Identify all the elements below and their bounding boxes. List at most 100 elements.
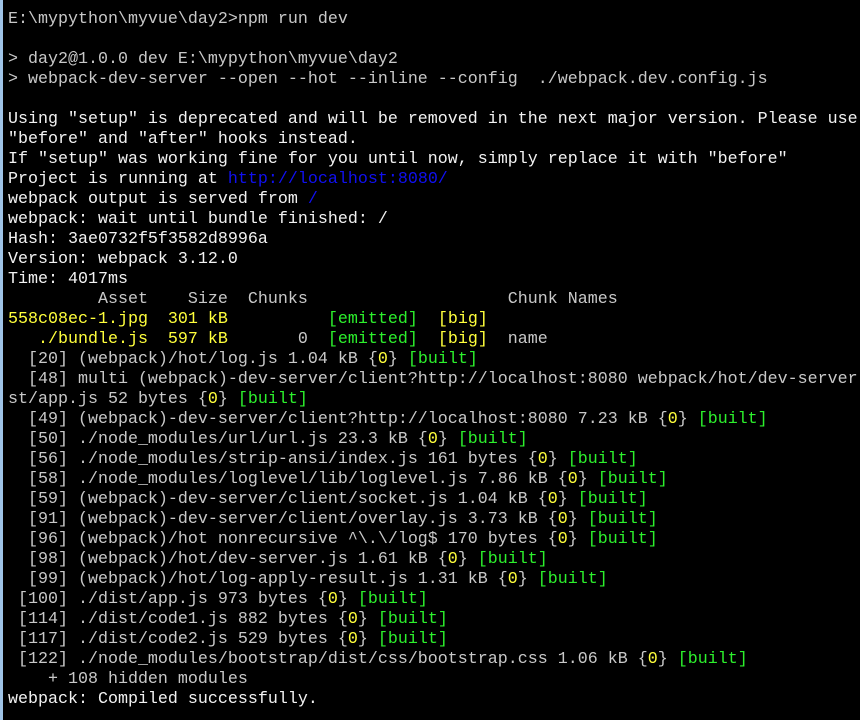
terminal-text: 0 — [347, 610, 358, 629]
terminal-line: [122] ./node_modules/bootstrap/dist/css/… — [8, 650, 860, 670]
terminal-text: > day2@1.0.0 dev E:\mypython\myvue\day2 — [8, 50, 398, 69]
terminal-text: 0 — [447, 550, 458, 569]
terminal-line: [20] (webpack)/hot/log.js 1.04 kB {0} [b… — [8, 350, 860, 370]
terminal-text: } — [337, 590, 358, 609]
terminal-text: Hash: 3ae0732f5f3582d8996a — [8, 230, 268, 249]
terminal-text: 0 — [557, 530, 568, 549]
terminal-line: [114] ./dist/code1.js 882 bytes {0} [bui… — [8, 610, 860, 630]
terminal-text: Asset Size Chunks Chunk Names — [8, 290, 618, 309]
terminal-line: "before" and "after" hooks instead. — [8, 130, 860, 150]
terminal-text: [built] — [567, 450, 638, 469]
terminal-text: [built] — [577, 490, 648, 509]
terminal-text: 0 — [227, 330, 328, 349]
terminal-line: ./bundle.js 597 kB 0 [emitted] [big] nam… — [8, 330, 860, 350]
terminal-text: [99] (webpack)/hot/log-apply-result.js 1… — [8, 570, 508, 589]
terminal-text: [59] (webpack)-dev-server/client/socket.… — [8, 490, 548, 509]
terminal-text: [emitted] — [327, 310, 418, 329]
terminal-line: webpack output is served from / — [8, 190, 860, 210]
terminal-text: } — [387, 350, 408, 369]
terminal-line: [59] (webpack)-dev-server/client/socket.… — [8, 490, 860, 510]
terminal-text: [114] ./dist/code1.js 882 bytes { — [8, 610, 348, 629]
terminal-line: E:\mypython\myvue\day2>npm run dev — [8, 10, 860, 30]
terminal-text: [49] (webpack)-dev-server/client?http://… — [8, 410, 668, 429]
terminal-text: } — [437, 430, 458, 449]
terminal-text: } — [577, 470, 598, 489]
terminal-line: [91] (webpack)-dev-server/client/overlay… — [8, 510, 860, 530]
terminal-text: [122] ./node_modules/bootstrap/dist/css/… — [8, 650, 648, 669]
terminal-text: [built] — [587, 510, 658, 529]
terminal-text: Project is running at — [8, 170, 228, 189]
terminal-text: webpack output is served from — [8, 190, 308, 209]
terminal-line: > webpack-dev-server --open --hot --inli… — [8, 70, 860, 90]
terminal-text: [96] (webpack)/hot nonrecursive ^\.\/log… — [8, 530, 558, 549]
terminal-line: > day2@1.0.0 dev E:\mypython\myvue\day2 — [8, 50, 860, 70]
terminal-text: 0 — [377, 350, 388, 369]
terminal-text: } — [567, 510, 588, 529]
terminal-line: [117] ./dist/code2.js 529 bytes {0} [bui… — [8, 630, 860, 650]
terminal-line: If "setup" was working fine for you unti… — [8, 150, 860, 170]
terminal-text: } — [547, 450, 568, 469]
terminal-text: ./bundle.js 597 kB — [8, 330, 228, 349]
terminal-text: [117] ./dist/code2.js 529 bytes { — [8, 630, 348, 649]
terminal-text: [built] — [587, 530, 658, 549]
terminal-line: webpack: wait until bundle finished: / — [8, 210, 860, 230]
terminal-output[interactable]: E:\mypython\myvue\day2>npm run dev > day2… — [8, 10, 860, 710]
terminal-text: 0 — [557, 510, 568, 529]
terminal-text: [big] — [417, 330, 488, 349]
terminal-text: 0 — [207, 390, 218, 409]
terminal-text: } — [217, 390, 238, 409]
terminal-text: Time: 4017ms — [8, 270, 128, 289]
terminal-text: } — [357, 610, 378, 629]
terminal-text: [100] ./dist/app.js 973 bytes { — [8, 590, 328, 609]
terminal-text: } — [517, 570, 538, 589]
terminal-text: [58] ./node_modules/loglevel/lib/logleve… — [8, 470, 568, 489]
terminal-line: [58] ./node_modules/loglevel/lib/logleve… — [8, 470, 860, 490]
terminal-text: [56] ./node_modules/strip-ansi/index.js … — [8, 450, 538, 469]
terminal-text: 0 — [547, 490, 558, 509]
terminal-text: [built] — [237, 390, 308, 409]
terminal-line: [49] (webpack)-dev-server/client?http://… — [8, 410, 860, 430]
terminal-text: 0 — [327, 590, 338, 609]
terminal-line: [96] (webpack)/hot nonrecursive ^\.\/log… — [8, 530, 860, 550]
terminal-text: 0 — [667, 410, 678, 429]
terminal-text: st/app.js 52 bytes { — [8, 390, 208, 409]
terminal-line: Hash: 3ae0732f5f3582d8996a — [8, 230, 860, 250]
terminal-text: [50] ./node_modules/url/url.js 23.3 kB { — [8, 430, 428, 449]
terminal-text: } — [557, 490, 578, 509]
terminal-text: 558c08ec-1.jpg 301 kB — [8, 310, 228, 329]
terminal-text: [built] — [477, 550, 548, 569]
terminal-text: } — [357, 630, 378, 649]
terminal-line: Project is running at http://localhost:8… — [8, 170, 860, 190]
terminal-text: 0 — [567, 470, 578, 489]
terminal-text: } — [457, 550, 478, 569]
terminal-text: } — [677, 410, 698, 429]
terminal-text: 0 — [507, 570, 518, 589]
terminal-text: [built] — [377, 610, 448, 629]
terminal-text: [built] — [407, 350, 478, 369]
terminal-link[interactable]: / — [308, 190, 318, 209]
terminal-line: Time: 4017ms — [8, 270, 860, 290]
terminal-text: [built] — [697, 410, 768, 429]
terminal-text: E:\mypython\myvue\day2>npm run dev — [8, 10, 348, 29]
terminal-text: [48] multi (webpack)-dev-server/client?h… — [8, 370, 858, 389]
terminal-line: Using "setup" is deprecated and will be … — [8, 110, 860, 130]
terminal-line: [99] (webpack)/hot/log-apply-result.js 1… — [8, 570, 860, 590]
terminal-line: [50] ./node_modules/url/url.js 23.3 kB {… — [8, 430, 860, 450]
terminal-text: } — [657, 650, 678, 669]
terminal-text: 0 — [647, 650, 658, 669]
terminal-text: name — [487, 330, 548, 349]
terminal-text: Using "setup" is deprecated and will be … — [8, 110, 858, 129]
terminal-line: Version: webpack 3.12.0 — [8, 250, 860, 270]
terminal-text: [91] (webpack)-dev-server/client/overlay… — [8, 510, 558, 529]
terminal-text: webpack: wait until bundle finished: / — [8, 210, 388, 229]
terminal-line: webpack: Compiled successfully. — [8, 690, 860, 710]
terminal-text: [emitted] — [327, 330, 418, 349]
terminal-text: [built] — [357, 590, 428, 609]
terminal-text: 0 — [427, 430, 438, 449]
terminal-line: Asset Size Chunks Chunk Names — [8, 290, 860, 310]
terminal-text: 0 — [537, 450, 548, 469]
terminal-link[interactable]: http://localhost:8080/ — [228, 170, 448, 189]
